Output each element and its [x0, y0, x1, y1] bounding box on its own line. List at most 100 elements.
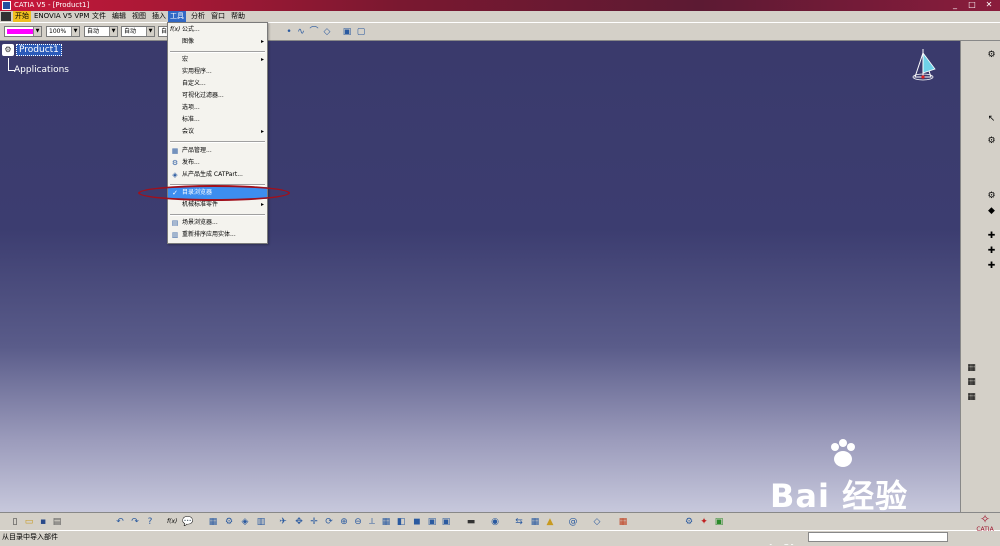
- chevron-down-icon[interactable]: ▼: [71, 27, 79, 36]
- catia-app-icon[interactable]: [2, 1, 11, 10]
- close-button[interactable]: ✕: [982, 0, 996, 9]
- camera-icon[interactable]: ◉: [490, 517, 500, 527]
- menu-item-formula[interactable]: f(x) 公式...: [168, 24, 267, 36]
- material-icon[interactable]: ⚙: [684, 517, 694, 527]
- section-icon[interactable]: ▦: [530, 517, 540, 527]
- formula-icon[interactable]: f(x): [167, 517, 177, 527]
- tree-root-label[interactable]: Product1: [16, 44, 62, 56]
- multi-view-icon[interactable]: ▦: [381, 517, 391, 527]
- pan-icon[interactable]: ✛: [309, 517, 319, 527]
- normal-view-icon[interactable]: ⟂: [367, 517, 377, 527]
- help-icon[interactable]: ?: [145, 517, 155, 527]
- swap-space-icon[interactable]: ▣: [441, 517, 451, 527]
- product-manage-icon[interactable]: ◈: [240, 517, 250, 527]
- inertia-icon[interactable]: ▢: [356, 27, 366, 37]
- menu-view[interactable]: 视图: [130, 11, 148, 22]
- part-add-icon[interactable]: ✚: [986, 231, 997, 242]
- constraint-icon[interactable]: ▦: [966, 363, 977, 374]
- fit-all-icon[interactable]: ✥: [294, 517, 304, 527]
- comment-icon[interactable]: 💬: [182, 517, 193, 527]
- menu-analysis[interactable]: 分析: [189, 11, 207, 22]
- command-input[interactable]: [808, 532, 948, 542]
- open-icon[interactable]: ▭: [24, 517, 34, 527]
- menu-item-reorder-entities[interactable]: ▥ 重新排序应用实体...: [168, 229, 267, 241]
- part-replace-icon[interactable]: ✚: [986, 261, 997, 272]
- measure-icon[interactable]: ▣: [342, 27, 352, 37]
- grid-icon[interactable]: ▦: [618, 517, 628, 527]
- print-icon[interactable]: ▤: [52, 517, 62, 527]
- line-weight-combo[interactable]: 自动 ▼: [84, 26, 118, 37]
- zoom-out-icon[interactable]: ⊖: [353, 517, 363, 527]
- menu-item-standards[interactable]: 标准...: [168, 114, 267, 126]
- menu-item-image[interactable]: 图像 ▸: [168, 36, 267, 48]
- submenu-arrow-icon: ▸: [260, 201, 264, 208]
- chevron-down-icon[interactable]: ▼: [146, 27, 154, 36]
- assembly-icon[interactable]: ⚙: [986, 136, 997, 147]
- menu-tools[interactable]: 工具: [168, 11, 186, 22]
- save-icon[interactable]: ▪: [38, 517, 48, 527]
- new-icon[interactable]: ▯: [10, 517, 20, 527]
- select-arrow-icon[interactable]: ↖: [986, 114, 997, 125]
- menu-item-utilities[interactable]: 实用程序...: [168, 66, 267, 78]
- tree-root-node[interactable]: ⚙ Product1: [2, 44, 62, 56]
- hide-show-icon[interactable]: ▣: [427, 517, 437, 527]
- curve-icon[interactable]: ∿: [296, 27, 306, 37]
- menu-item-scene-browser[interactable]: ▤ 场景浏览器...: [168, 217, 267, 229]
- catia-logo-icon[interactable]: [1, 12, 11, 21]
- menu-item-label: 自定义...: [182, 80, 206, 87]
- point-icon[interactable]: •: [284, 27, 294, 37]
- menu-item-conference[interactable]: 会议 ▸: [168, 126, 267, 138]
- catalog-icon[interactable]: ▦: [208, 517, 218, 527]
- 3d-viewport[interactable]: ⚙ Product1 Applications Bai 经验 jingyan.b…: [0, 41, 960, 546]
- menu-item-visual-filter[interactable]: 可视化过滤器...: [168, 90, 267, 102]
- menu-window[interactable]: 窗口: [209, 11, 227, 22]
- product-icon[interactable]: ⚙: [986, 191, 997, 202]
- menu-item-publish[interactable]: ⚙ 发布...: [168, 157, 267, 169]
- menu-start[interactable]: 开始: [13, 11, 31, 22]
- undo-icon[interactable]: ↶: [115, 517, 125, 527]
- color-combo[interactable]: ▼: [4, 26, 42, 37]
- menu-item-macro[interactable]: 宏 ▸: [168, 54, 267, 66]
- part-insert-icon[interactable]: ✚: [986, 246, 997, 257]
- tree-applications[interactable]: Applications: [14, 65, 69, 75]
- clash-icon[interactable]: ⇆: [514, 517, 524, 527]
- update-icon[interactable]: ▦: [966, 377, 977, 388]
- spline-icon[interactable]: ⌒: [309, 27, 319, 37]
- fly-icon[interactable]: ✈: [278, 517, 288, 527]
- menu-item-options[interactable]: 选项...: [168, 102, 267, 114]
- link-icon[interactable]: @: [568, 517, 578, 527]
- menu-item-customize[interactable]: 自定义...: [168, 78, 267, 90]
- menu-enovia[interactable]: ENOVIA V5 VPM: [32, 11, 91, 22]
- line-type-combo[interactable]: 自动 ▼: [121, 26, 155, 37]
- apply-material-icon[interactable]: ▣: [714, 517, 724, 527]
- menu-item-label: 宏: [182, 56, 189, 63]
- measure-icon[interactable]: ▬: [466, 517, 476, 527]
- component-icon[interactable]: ◆: [986, 206, 997, 217]
- minimize-button[interactable]: _: [948, 0, 962, 9]
- menu-file[interactable]: 文件: [90, 11, 108, 22]
- compass-icon[interactable]: [905, 47, 941, 83]
- menu-item-label: 选项...: [182, 104, 200, 111]
- surface-icon[interactable]: ◇: [322, 27, 332, 37]
- menu-item-generate-catpart[interactable]: ◈ 从产品生成 CATPart...: [168, 169, 267, 181]
- rotate-icon[interactable]: ⟳: [324, 517, 334, 527]
- menu-help[interactable]: 帮助: [229, 11, 247, 22]
- tree-icon[interactable]: ⚙: [224, 517, 234, 527]
- shading-icon[interactable]: ◼: [412, 517, 422, 527]
- menu-insert[interactable]: 插入: [150, 11, 168, 22]
- transparency-combo[interactable]: 100% ▼: [46, 26, 80, 37]
- chevron-down-icon[interactable]: ▼: [33, 27, 41, 36]
- render-icon[interactable]: ✦: [699, 517, 709, 527]
- workbench-icon[interactable]: ⚙: [986, 50, 997, 61]
- chevron-down-icon[interactable]: ▼: [109, 27, 117, 36]
- menu-edit[interactable]: 编辑: [110, 11, 128, 22]
- fix-icon[interactable]: ▦: [966, 392, 977, 403]
- maximize-button[interactable]: □: [965, 0, 979, 9]
- iso-view-icon[interactable]: ◧: [396, 517, 406, 527]
- layer-icon[interactable]: ◇: [592, 517, 602, 527]
- menu-item-product-management[interactable]: ▦ 产品管理...: [168, 145, 267, 157]
- distance-icon[interactable]: ▲: [545, 517, 555, 527]
- zoom-in-icon[interactable]: ⊕: [339, 517, 349, 527]
- redo-icon[interactable]: ↷: [130, 517, 140, 527]
- explode-icon[interactable]: ▥: [256, 517, 266, 527]
